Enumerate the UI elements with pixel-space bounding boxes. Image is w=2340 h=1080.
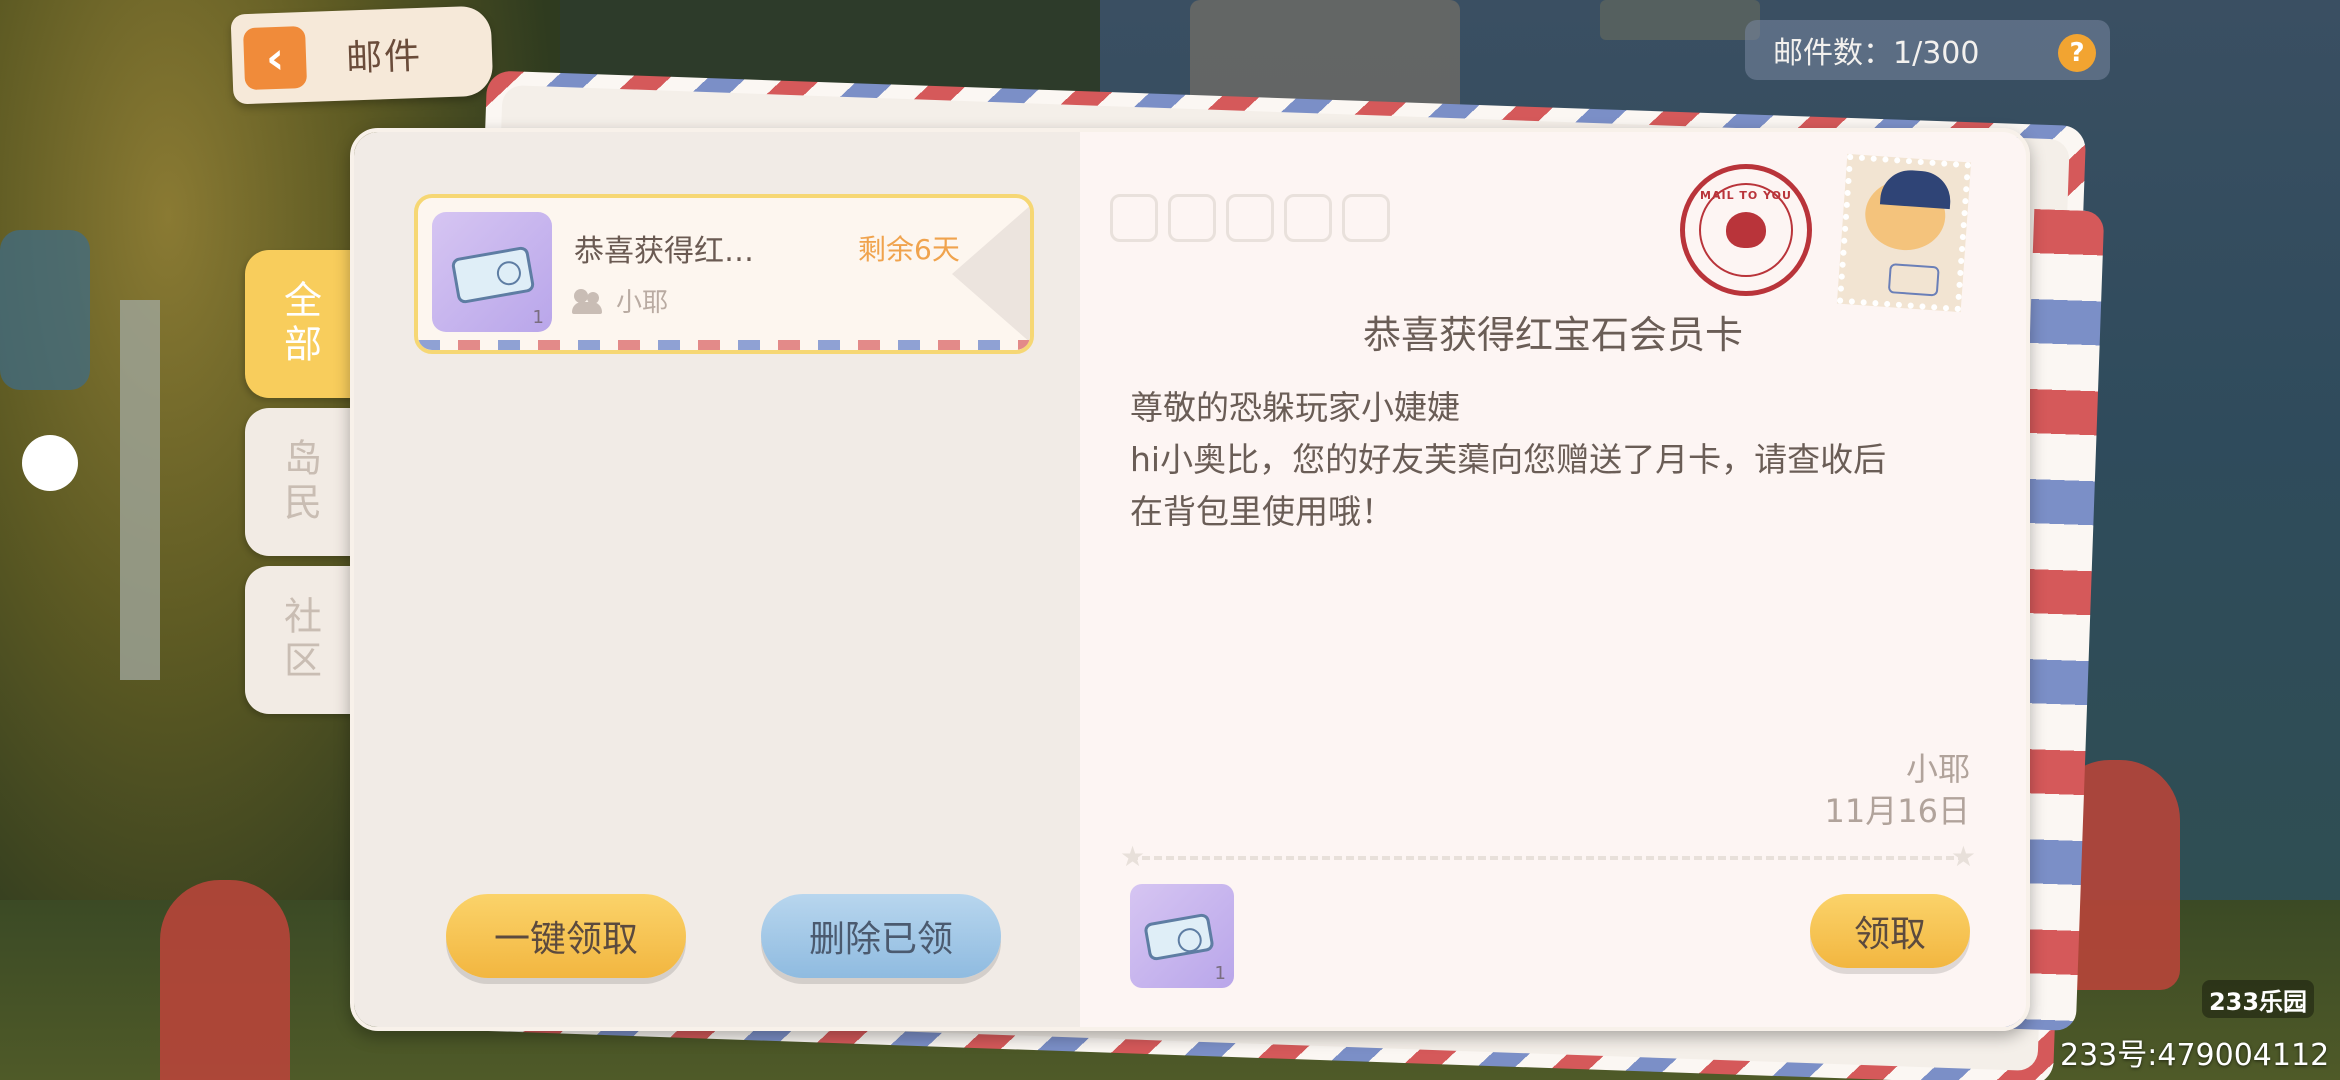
- letter-greeting: 尊敬的恐躲玩家小婕婕: [1130, 388, 1460, 427]
- mail-subject: 恭喜获得红…: [574, 234, 754, 269]
- mail-count-panel: 邮件数：1/300 ?: [1745, 20, 2110, 80]
- mail-sender: 小耶: [572, 282, 669, 319]
- watermark-logo: 233乐园: [2202, 980, 2314, 1018]
- tab-islanders[interactable]: 岛民: [245, 408, 355, 556]
- postal-box: [1226, 194, 1274, 242]
- letter-sender: 小耶: [1905, 750, 1970, 788]
- mail-list-item[interactable]: 1 恭喜获得红… 小耶 剩余6天: [414, 194, 1034, 354]
- letter-body-line: hi小奥比，您的好友芙蕖向您赠送了月卡，请查收后: [1130, 440, 1887, 479]
- item-quantity: 1: [532, 307, 544, 328]
- letter-body: 尊敬的恐躲玩家小婕婕 hi小奥比，您的好友芙蕖向您赠送了月卡，请查收后 在背包里…: [1130, 382, 1970, 538]
- postmark-text: MAIL TO YOU: [1700, 189, 1792, 202]
- divider: [1130, 856, 1966, 860]
- letter-date: 11月16日: [1824, 792, 1970, 830]
- postal-code-boxes: [1110, 194, 1390, 242]
- attachment-item[interactable]: 1: [1130, 884, 1234, 988]
- letter-body-line: 在背包里使用哦！: [1130, 492, 1394, 531]
- stamp-hat: [1879, 168, 1953, 210]
- back-arrow-icon: ‹: [242, 25, 308, 91]
- mail-list-pane: 1 恭喜获得红… 小耶 剩余6天 一键领取 删除已领: [354, 132, 1080, 1027]
- attachment-quantity: 1: [1214, 963, 1226, 984]
- mail-item-thumbnail: 1: [432, 212, 552, 332]
- floating-assist-dot[interactable]: [22, 435, 78, 491]
- stone-block: [1600, 0, 1760, 40]
- stamp-icon: [1836, 153, 1972, 313]
- users-icon: [572, 288, 606, 314]
- letter-title: 恭喜获得红宝石会员卡: [1362, 313, 1743, 357]
- claim-button[interactable]: 领取: [1810, 894, 1970, 968]
- mail-sender-name: 小耶: [616, 288, 669, 318]
- delete-claimed-button[interactable]: 删除已领: [761, 894, 1001, 978]
- postmark-icon: MAIL TO YOU: [1680, 164, 1812, 296]
- red-tree: [160, 880, 290, 1080]
- airmail-plane-icon: [1887, 263, 1940, 297]
- bear-icon: [1726, 212, 1766, 248]
- monthly-card-icon: [1143, 912, 1215, 962]
- airmail-stripes: [418, 340, 1030, 350]
- mail-remaining-days: 剩余6天: [858, 233, 960, 266]
- envelope-fold: [952, 204, 1030, 344]
- watermark-id: 233号:479004112: [2060, 1038, 2330, 1073]
- postal-box: [1284, 194, 1332, 242]
- postal-box: [1342, 194, 1390, 242]
- claim-all-button[interactable]: 一键领取: [446, 894, 686, 978]
- help-icon[interactable]: ?: [2058, 34, 2096, 72]
- postal-box: [1168, 194, 1216, 242]
- mail-panel: 1 恭喜获得红… 小耶 剩余6天 一键领取 删除已领 MAIL TO YOU 恭…: [350, 128, 2030, 1031]
- postal-box: [1110, 194, 1158, 242]
- tab-all[interactable]: 全部: [245, 250, 355, 398]
- back-button[interactable]: ‹ 邮件: [230, 5, 494, 105]
- mail-count-text: 邮件数：1/300: [1773, 36, 1980, 71]
- pavilion-pillar: [120, 300, 160, 680]
- star-icon: ★: [1950, 840, 1976, 873]
- tab-community[interactable]: 社区: [245, 566, 355, 714]
- pool: [0, 230, 90, 390]
- monthly-card-icon: [450, 245, 536, 305]
- letter-pane: MAIL TO YOU 恭喜获得红宝石会员卡 尊敬的恐躲玩家小婕婕 hi小奥比，…: [1080, 132, 2026, 1027]
- page-title: 邮件: [345, 35, 423, 80]
